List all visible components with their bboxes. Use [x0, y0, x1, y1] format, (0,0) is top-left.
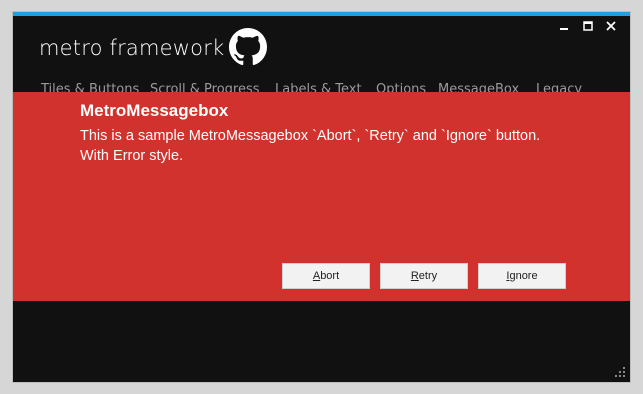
retry-label: etry	[418, 270, 438, 282]
ignore-label: gnore	[509, 270, 538, 282]
close-button[interactable]	[604, 20, 618, 32]
abort-mnemonic: A	[312, 270, 321, 282]
abort-label: bort	[320, 270, 340, 282]
message-line-1: This is a sample MetroMessagebox `Abort`…	[80, 128, 541, 144]
window-accent-bar	[13, 12, 630, 16]
ignore-button[interactable]: Ignore	[478, 263, 566, 289]
maximize-button[interactable]	[581, 20, 595, 32]
minimize-icon	[560, 28, 568, 30]
message-box-title: MetroMessagebox	[80, 101, 229, 120]
close-icon	[606, 21, 616, 31]
minimize-button[interactable]	[557, 20, 571, 32]
main-window: metro framework Tiles & Buttons Scroll &…	[12, 11, 631, 383]
resize-grip-icon[interactable]	[614, 366, 626, 378]
message-box-text: This is a sample MetroMessagebox `Abort`…	[80, 126, 580, 166]
window-title: metro framework	[39, 36, 225, 60]
maximize-icon	[583, 21, 593, 31]
retry-mnemonic: R	[410, 270, 419, 282]
message-box: MetroMessagebox This is a sample MetroMe…	[13, 92, 630, 301]
abort-button[interactable]: Abort	[282, 263, 370, 289]
retry-button[interactable]: Retry	[380, 263, 468, 289]
message-line-2: With Error style.	[80, 148, 184, 164]
github-icon[interactable]	[229, 28, 267, 66]
